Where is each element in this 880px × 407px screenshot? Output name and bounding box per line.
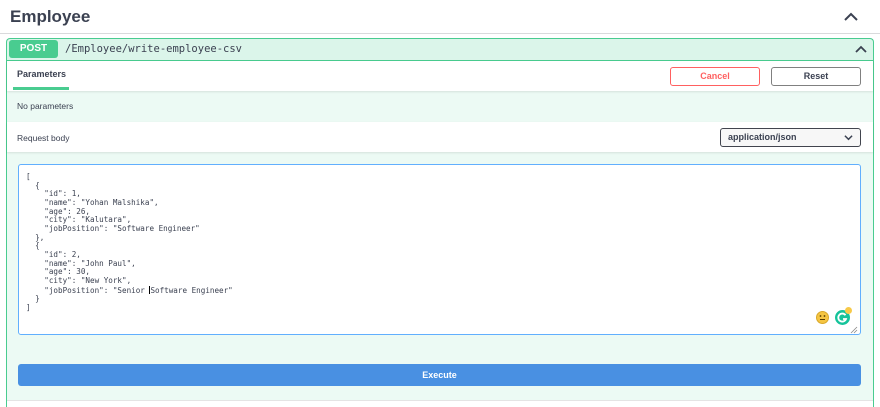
tag-title: Employee [10, 7, 91, 26]
caret-text-after: Software Engineer" [150, 285, 233, 295]
request-body-editor[interactable]: [ { "id": 1, "name": "Yohan Malshika", "… [18, 164, 861, 335]
body-line: } [26, 294, 40, 304]
execute-button[interactable]: Execute [18, 364, 861, 386]
operation-path: /Employee/write-employee-csv [65, 43, 243, 55]
body-line: { [26, 241, 40, 251]
body-line: [ [26, 172, 31, 181]
body-line: "age": 26, [26, 206, 91, 216]
operation-summary[interactable]: POST /Employee/write-employee-csv [7, 39, 873, 61]
operation-block: POST /Employee/write-employee-csv Parame… [6, 38, 874, 407]
body-line: ] [26, 302, 31, 312]
resize-handle-icon[interactable] [850, 326, 858, 334]
body-line: }, [26, 232, 45, 242]
cancel-button[interactable]: Cancel [670, 67, 760, 86]
chevron-up-icon[interactable] [842, 8, 860, 26]
body-line: "age": 30, [26, 267, 91, 277]
body-line: "city": "New York", [26, 275, 132, 285]
request-body-label: Request body [17, 133, 70, 143]
section-divider [7, 400, 873, 407]
body-line: "jobPosition": "Software Engineer" [26, 223, 200, 233]
body-line: "id": 2, [26, 249, 81, 259]
method-badge: POST [9, 40, 58, 58]
content-type-value: application/json [728, 132, 797, 142]
parameters-header: Parameters Cancel Reset [7, 61, 873, 91]
body-line-caret: "jobPosition": "Senior Software Engineer… [26, 285, 860, 296]
content-type-select[interactable]: application/json [720, 128, 861, 147]
notification-badge [845, 307, 852, 314]
tab-active-indicator [13, 87, 69, 90]
body-line: { [26, 180, 40, 190]
chevron-down-icon [844, 135, 853, 141]
no-parameters-text: No parameters [17, 101, 74, 111]
reset-button[interactable]: Reset [771, 67, 861, 86]
tab-parameters[interactable]: Parameters [17, 69, 66, 79]
body-line: "name": "John Paul", [26, 258, 136, 268]
request-body-header: Request body application/json [7, 122, 873, 152]
tag-section-header[interactable]: Employee [0, 0, 880, 34]
body-line: "name": "Yohan Malshika", [26, 197, 159, 207]
emoji-face-icon[interactable] [816, 311, 829, 324]
caret-text-before: "jobPosition": "Senior [26, 285, 150, 295]
chevron-up-icon[interactable] [853, 41, 869, 57]
